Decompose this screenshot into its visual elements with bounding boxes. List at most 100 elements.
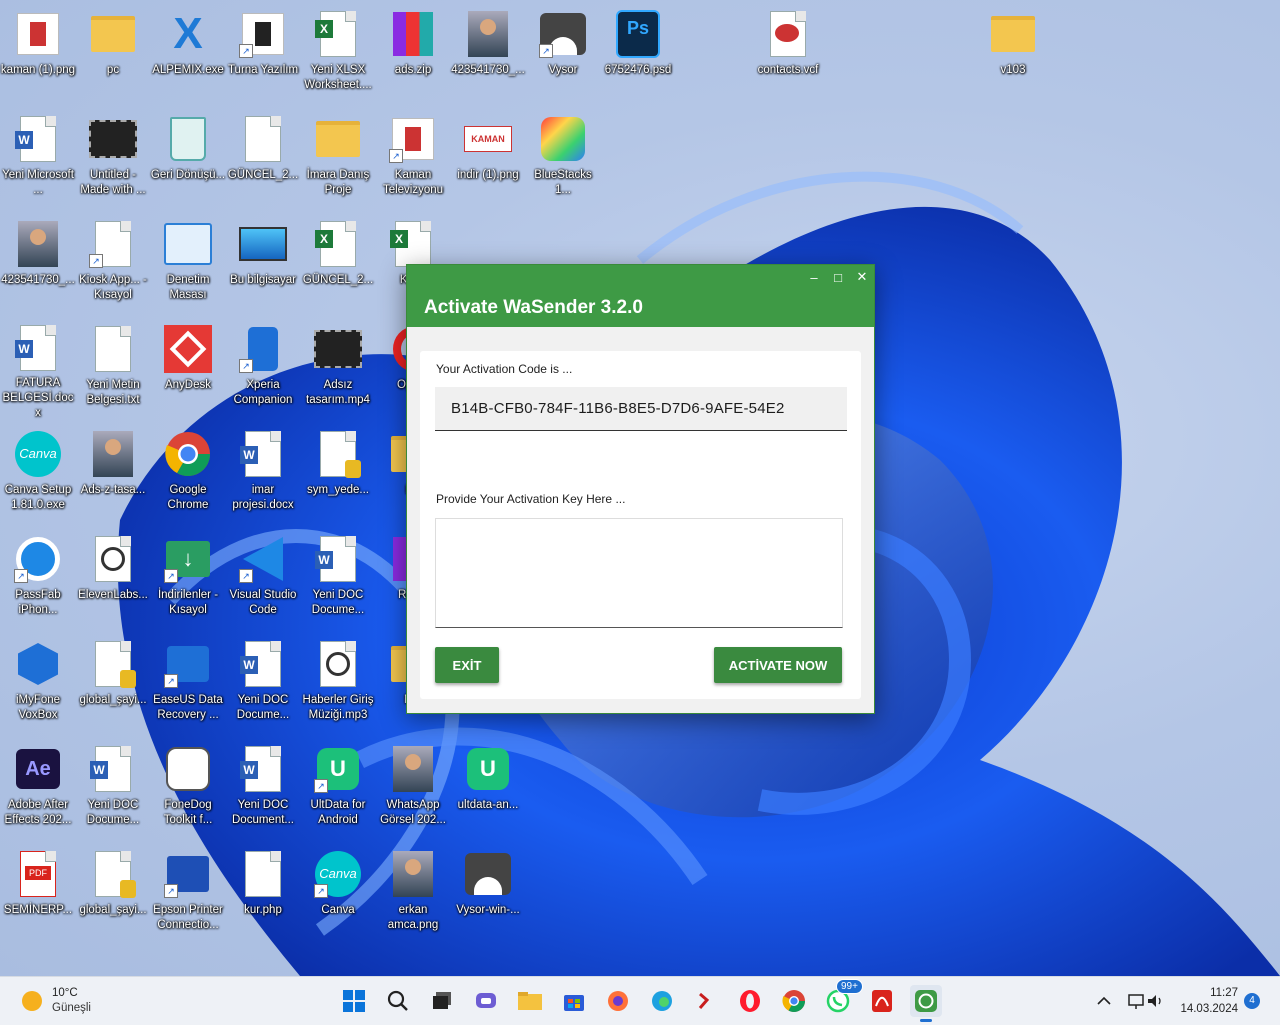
- notification-badge[interactable]: 4: [1244, 993, 1260, 1009]
- desktop-icon[interactable]: W Yeni DOC Docume...: [75, 739, 151, 839]
- start-button[interactable]: [338, 985, 370, 1017]
- chrome-button[interactable]: [778, 985, 810, 1017]
- desktop-icon[interactable]: iMyFone VoxBox: [0, 634, 76, 734]
- clock[interactable]: 11:27 14.03.2024: [1176, 985, 1238, 1017]
- desktop-icon[interactable]: ↓ ↗ İndirilenler - Kısayol: [150, 529, 226, 629]
- ae-icon: Ae: [14, 745, 62, 793]
- desktop-icon[interactable]: ↗ EaseUS Data Recovery ...: [150, 634, 226, 734]
- desktop-icon[interactable]: global_şayi...: [75, 634, 151, 734]
- desktop-icon-label: kaman (1).png: [0, 64, 76, 76]
- desktop-icon[interactable]: GÜNCEL_2...: [225, 109, 301, 209]
- acrobat-button[interactable]: [866, 985, 898, 1017]
- desktop-icon[interactable]: Adsız tasarım.mp4: [300, 319, 376, 419]
- desktop-icon[interactable]: Vysor-win-...: [450, 844, 526, 944]
- firefox-button[interactable]: [602, 985, 634, 1017]
- desktop-icon[interactable]: ElevenLabs...: [75, 529, 151, 629]
- desktop-icon[interactable]: kur.php: [225, 844, 301, 944]
- network-volume-button[interactable]: [1120, 985, 1170, 1017]
- desktop-icon-label: Google Chrome: [167, 484, 209, 511]
- desktop-icon[interactable]: v103: [975, 4, 1051, 104]
- desktop-icon[interactable]: Canva Canva Setup 1.81.0.exe: [0, 424, 76, 524]
- desktop-icon[interactable]: W Yeni DOC Docume...: [300, 529, 376, 629]
- desktop-icon[interactable]: X GÜNCEL_2...: [300, 214, 376, 314]
- desktop-icon[interactable]: X Yeni XLSX Worksheet....: [300, 4, 376, 104]
- activate-now-button[interactable]: ACTİVATE NOW: [714, 647, 842, 683]
- desktop-icon[interactable]: Canva ↗ Canva: [300, 844, 376, 944]
- opera-icon: [740, 990, 760, 1012]
- txt-icon: [89, 325, 137, 373]
- desktop-icon-label: Kiosk App... - Kısayol: [79, 274, 147, 301]
- microsoft-store-button[interactable]: [558, 985, 590, 1017]
- desktop-icon-label: Canva Setup 1.81.0.exe: [4, 484, 72, 511]
- desktop-icon[interactable]: ↗ Kiosk App... - Kısayol: [75, 214, 151, 314]
- desktop-icon[interactable]: X ALPEMIX.exe: [150, 4, 226, 104]
- wasender-button[interactable]: [910, 985, 942, 1022]
- desktop-icon[interactable]: kaman (1).png: [0, 4, 76, 104]
- desktop-icon[interactable]: Ps 6752476.psd: [600, 4, 676, 104]
- desktop-icon[interactable]: FoneDog Toolkit f...: [150, 739, 226, 839]
- desktop-icon[interactable]: ads.zip: [375, 4, 451, 104]
- opera-button[interactable]: [734, 985, 766, 1017]
- minimize-button[interactable]: –: [802, 265, 826, 289]
- close-button[interactable]: ✕: [850, 265, 874, 289]
- desktop-icon[interactable]: PDF SEMİNERP...: [0, 844, 76, 944]
- desktop-icon[interactable]: Ae Adobe After Effects 202...: [0, 739, 76, 839]
- desktop-icon[interactable]: Google Chrome: [150, 424, 226, 524]
- desktop-icon[interactable]: 423541730_...: [0, 214, 76, 314]
- teams-chat-button[interactable]: [470, 985, 502, 1017]
- desktop-icon[interactable]: erkan amca.png: [375, 844, 451, 944]
- desktop-icon[interactable]: ↗ Vysor: [525, 4, 601, 104]
- weather-widget[interactable]: 10°C Güneşli: [18, 985, 138, 1017]
- desktop-icon[interactable]: ↗ Visual Studio Code: [225, 529, 301, 629]
- file-explorer-button[interactable]: [514, 985, 546, 1017]
- desktop-icon[interactable]: W Yeni DOC Document...: [225, 739, 301, 839]
- desktop-icon[interactable]: 423541730_...: [450, 4, 526, 104]
- desktop-icon[interactable]: BlueStacks 1...: [525, 109, 601, 209]
- desktop-icon[interactable]: Ads-z-tasa...: [75, 424, 151, 524]
- desktop-icon[interactable]: Geri Dönüşü...: [150, 109, 226, 209]
- desktop-icon[interactable]: W Yeni DOC Docume...: [225, 634, 301, 734]
- desktop-icon[interactable]: WhatsApp Görsel 202...: [375, 739, 451, 839]
- epson-icon: ↗: [164, 850, 212, 898]
- pc-icon: [239, 220, 287, 268]
- desktop-icon[interactable]: Bu bilgisayar: [225, 214, 301, 314]
- desktop-icon[interactable]: contacts.vcf: [750, 4, 826, 104]
- desktop-icon[interactable]: AnyDesk: [150, 319, 226, 419]
- desktop-icon-label: ElevenLabs...: [78, 589, 148, 601]
- task-view-button[interactable]: [426, 985, 458, 1017]
- desktop-icon[interactable]: ↗ Xperia Companion: [225, 319, 301, 419]
- kaman-app-button[interactable]: [690, 985, 722, 1017]
- activation-code-field[interactable]: B14B-CFB0-784F-11B6-B8E5-D7D6-9AFE-54E2: [435, 387, 847, 431]
- desktop-icon[interactable]: Haberler Giriş Müziği.mp3: [300, 634, 376, 734]
- desktop-icon[interactable]: ↗ Kaman Televizyonu: [375, 109, 451, 209]
- desktop-icon-label: UltData for Android: [310, 799, 366, 826]
- desktop-icon[interactable]: Wimar projesi.docx: [225, 424, 301, 524]
- desktop-icon[interactable]: W Yeni Microsoft ...: [0, 109, 76, 209]
- edge-button[interactable]: [646, 985, 678, 1017]
- desktop-icon[interactable]: ↗ PassFab iPhon...: [0, 529, 76, 629]
- desktop-icon[interactable]: KAMAN indir (1).png: [450, 109, 526, 209]
- clock-time: 11:27: [1210, 987, 1238, 999]
- exit-button[interactable]: EXİT: [435, 647, 499, 683]
- maximize-button[interactable]: □: [826, 265, 850, 289]
- desktop-icon[interactable]: sym_yede...: [300, 424, 376, 524]
- desktop-icon[interactable]: ↗ Turna Yazılım: [225, 4, 301, 104]
- whatsapp-button[interactable]: 99+: [822, 979, 863, 1017]
- show-hidden-icons-button[interactable]: [1090, 985, 1118, 1017]
- desktop-icon[interactable]: ↗ Epson Printer Connectio...: [150, 844, 226, 944]
- activation-key-input[interactable]: [435, 518, 843, 628]
- desktop-icon[interactable]: Denetim Masası: [150, 214, 226, 314]
- desktop-icon[interactable]: pc: [75, 4, 151, 104]
- dialog-title: Activate WaSender 3.2.0: [407, 289, 874, 327]
- desktop-icon[interactable]: U ↗ UltData for Android: [300, 739, 376, 839]
- desktop-icon[interactable]: İmara Danış Proje: [300, 109, 376, 209]
- desktop-icon[interactable]: Yeni Metin Belgesi.txt: [75, 319, 151, 419]
- desktop-icon[interactable]: global_şayi...: [75, 844, 151, 944]
- desktop-icon[interactable]: W FATURA BELGESİ.docx: [0, 319, 76, 419]
- clock-date: 14.03.2024: [1180, 1003, 1238, 1015]
- desktop-icon[interactable]: Untitled - Made with ...: [75, 109, 151, 209]
- img-icon: ↗: [239, 10, 287, 58]
- folder-icon: [518, 992, 542, 1010]
- desktop-icon[interactable]: Uultdata-an...: [450, 739, 526, 839]
- search-button[interactable]: [382, 985, 414, 1017]
